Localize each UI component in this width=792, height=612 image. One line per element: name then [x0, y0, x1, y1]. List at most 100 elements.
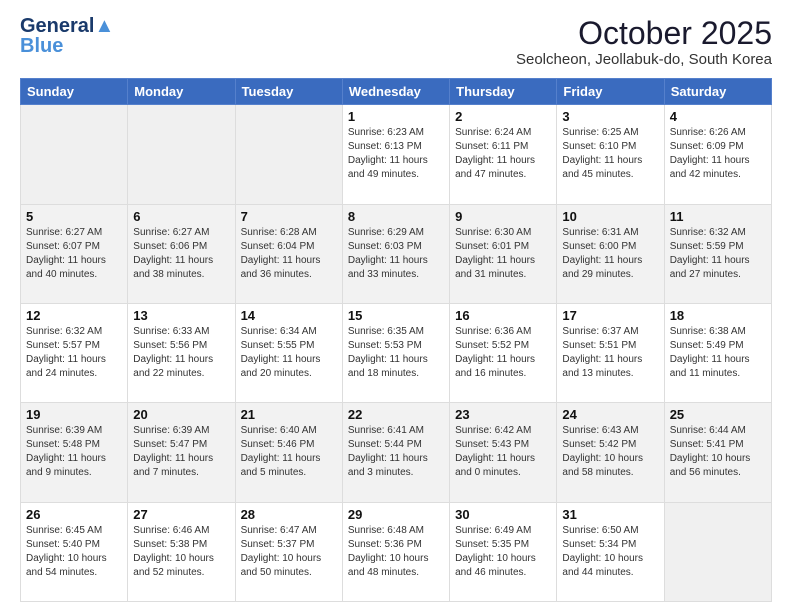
table-row: 23Sunrise: 6:42 AM Sunset: 5:43 PM Dayli… — [450, 403, 557, 502]
table-row: 16 Sunrise: 6:36 AM Sunset: 5:52 PM Dayli… — [450, 303, 557, 402]
col-monday: Monday — [128, 79, 235, 105]
day-info: Sunrise: 6:23 AM Sunset: 6:13 PM Dayligh… — [348, 126, 444, 182]
table-row: 17 Sunrise: 6:37 AM Sunset: 5:51 PM Dayli… — [557, 303, 664, 402]
table-row: 19 Sunrise: 6:39 AM Sunset: 5:48 PM Dayli… — [21, 403, 128, 502]
table-row: 5 Sunrise: 6:27 AM Sunset: 6:07 PM Daylig… — [21, 204, 128, 303]
day-info: Sunrise: 6:26 AM Sunset: 6:09 PM Dayligh… — [670, 126, 766, 182]
table-row: 8 Sunrise: 6:29 AM Sunset: 6:03 PM Daylig… — [342, 204, 449, 303]
day-number: 18 — [670, 308, 766, 323]
day-info: Sunrise: 6:34 AM Sunset: 5:55 PM Dayligh… — [241, 325, 337, 381]
day-info: Sunrise: 6:28 AM Sunset: 6:04 PM Dayligh… — [241, 226, 337, 282]
day-number: 2 — [455, 109, 551, 124]
page-subtitle: Seolcheon, Jeollabuk-do, South Korea — [516, 51, 772, 68]
day-number: 4 — [670, 109, 766, 124]
table-row — [235, 105, 342, 204]
calendar-table: Sunday Monday Tuesday Wednesday Thursday… — [20, 78, 772, 602]
day-number: 23 — [455, 407, 551, 422]
day-number: 5 — [26, 209, 122, 224]
day-info: Sunrise: 6:32 AM Sunset: 5:59 PM Dayligh… — [670, 226, 766, 282]
day-info: Sunrise: 6:45 AM Sunset: 5:40 PM Dayligh… — [26, 524, 122, 580]
day-info: Sunrise: 6:37 AM Sunset: 5:51 PM Dayligh… — [562, 325, 658, 381]
logo-blue: Blue — [20, 36, 63, 56]
day-info: Sunrise: 6:41 AM Sunset: 5:44 PM Dayligh… — [348, 424, 444, 480]
table-row: 7 Sunrise: 6:28 AM Sunset: 6:04 PM Daylig… — [235, 204, 342, 303]
table-row — [21, 105, 128, 204]
col-friday: Friday — [557, 79, 664, 105]
table-row: 30 Sunrise: 6:49 AM Sunset: 5:35 PM Dayli… — [450, 502, 557, 601]
table-row: 2 Sunrise: 6:24 AM Sunset: 6:11 PM Daylig… — [450, 105, 557, 204]
day-info: Sunrise: 6:27 AM Sunset: 6:07 PM Dayligh… — [26, 226, 122, 282]
table-row: 3 Sunrise: 6:25 AM Sunset: 6:10 PM Daylig… — [557, 105, 664, 204]
day-number: 21 — [241, 407, 337, 422]
day-number: 15 — [348, 308, 444, 323]
day-info: Sunrise: 6:29 AM Sunset: 6:03 PM Dayligh… — [348, 226, 444, 282]
col-saturday: Saturday — [664, 79, 771, 105]
col-tuesday: Tuesday — [235, 79, 342, 105]
day-info: Sunrise: 6:30 AM Sunset: 6:01 PM Dayligh… — [455, 226, 551, 282]
table-row: 11 Sunrise: 6:32 AM Sunset: 5:59 PM Dayli… — [664, 204, 771, 303]
day-number: 10 — [562, 209, 658, 224]
day-info: Sunrise: 6:36 AM Sunset: 5:52 PM Dayligh… — [455, 325, 551, 381]
day-info: Sunrise: 6:49 AM Sunset: 5:35 PM Dayligh… — [455, 524, 551, 580]
page-title: October 2025 — [516, 16, 772, 51]
day-number: 26 — [26, 507, 122, 522]
table-row: 24Sunrise: 6:43 AM Sunset: 5:42 PM Dayli… — [557, 403, 664, 502]
table-row: 13 Sunrise: 6:33 AM Sunset: 5:56 PM Dayli… — [128, 303, 235, 402]
col-sunday: Sunday — [21, 79, 128, 105]
day-info: Sunrise: 6:48 AM Sunset: 5:36 PM Dayligh… — [348, 524, 444, 580]
day-number: 16 — [455, 308, 551, 323]
day-number: 20 — [133, 407, 229, 422]
day-info: Sunrise: 6:38 AM Sunset: 5:49 PM Dayligh… — [670, 325, 766, 381]
day-number: 28 — [241, 507, 337, 522]
table-row: 27 Sunrise: 6:46 AM Sunset: 5:38 PM Dayli… — [128, 502, 235, 601]
day-info: Sunrise: 6:27 AM Sunset: 6:06 PM Dayligh… — [133, 226, 229, 282]
table-row: 20Sunrise: 6:39 AM Sunset: 5:47 PM Dayli… — [128, 403, 235, 502]
day-info: Sunrise: 6:43 AM Sunset: 5:42 PM Dayligh… — [562, 424, 658, 480]
day-number: 11 — [670, 209, 766, 224]
day-number: 9 — [455, 209, 551, 224]
day-info: Sunrise: 6:35 AM Sunset: 5:53 PM Dayligh… — [348, 325, 444, 381]
day-info: Sunrise: 6:25 AM Sunset: 6:10 PM Dayligh… — [562, 126, 658, 182]
col-wednesday: Wednesday — [342, 79, 449, 105]
table-row — [128, 105, 235, 204]
day-info: Sunrise: 6:24 AM Sunset: 6:11 PM Dayligh… — [455, 126, 551, 182]
table-row: 4 Sunrise: 6:26 AM Sunset: 6:09 PM Daylig… — [664, 105, 771, 204]
table-row: 31 Sunrise: 6:50 AM Sunset: 5:34 PM Dayli… — [557, 502, 664, 601]
day-info: Sunrise: 6:44 AM Sunset: 5:41 PM Dayligh… — [670, 424, 766, 480]
day-info: Sunrise: 6:46 AM Sunset: 5:38 PM Dayligh… — [133, 524, 229, 580]
day-number: 29 — [348, 507, 444, 522]
day-number: 31 — [562, 507, 658, 522]
table-row: 28 Sunrise: 6:47 AM Sunset: 5:37 PM Dayli… — [235, 502, 342, 601]
col-thursday: Thursday — [450, 79, 557, 105]
table-row: 21 Sunrise: 6:40 AM Sunset: 5:46 PM Dayli… — [235, 403, 342, 502]
day-number: 13 — [133, 308, 229, 323]
day-info: Sunrise: 6:31 AM Sunset: 6:00 PM Dayligh… — [562, 226, 658, 282]
table-row: 12Sunrise: 6:32 AM Sunset: 5:57 PM Dayli… — [21, 303, 128, 402]
day-number: 22 — [348, 407, 444, 422]
day-number: 30 — [455, 507, 551, 522]
day-number: 27 — [133, 507, 229, 522]
day-number: 8 — [348, 209, 444, 224]
table-row: 15 Sunrise: 6:35 AM Sunset: 5:53 PM Dayli… — [342, 303, 449, 402]
day-info: Sunrise: 6:47 AM Sunset: 5:37 PM Dayligh… — [241, 524, 337, 580]
title-block: October 2025 Seolcheon, Jeollabuk-do, So… — [516, 16, 772, 68]
day-info: Sunrise: 6:33 AM Sunset: 5:56 PM Dayligh… — [133, 325, 229, 381]
logo-general: General — [20, 15, 94, 37]
table-row: 6Sunrise: 6:27 AM Sunset: 6:06 PM Daylig… — [128, 204, 235, 303]
day-info: Sunrise: 6:39 AM Sunset: 5:48 PM Dayligh… — [26, 424, 122, 480]
day-info: Sunrise: 6:50 AM Sunset: 5:34 PM Dayligh… — [562, 524, 658, 580]
table-row: 29 Sunrise: 6:48 AM Sunset: 5:36 PM Dayli… — [342, 502, 449, 601]
day-number: 25 — [670, 407, 766, 422]
table-row — [664, 502, 771, 601]
day-number: 12 — [26, 308, 122, 323]
day-number: 3 — [562, 109, 658, 124]
day-number: 19 — [26, 407, 122, 422]
table-row: 18 Sunrise: 6:38 AM Sunset: 5:49 PM Dayli… — [664, 303, 771, 402]
day-number: 7 — [241, 209, 337, 224]
day-number: 17 — [562, 308, 658, 323]
day-info: Sunrise: 6:40 AM Sunset: 5:46 PM Dayligh… — [241, 424, 337, 480]
day-number: 1 — [348, 109, 444, 124]
table-row: 26 Sunrise: 6:45 AM Sunset: 5:40 PM Dayli… — [21, 502, 128, 601]
table-row: 25 Sunrise: 6:44 AM Sunset: 5:41 PM Dayli… — [664, 403, 771, 502]
table-row: 22 Sunrise: 6:41 AM Sunset: 5:44 PM Dayli… — [342, 403, 449, 502]
